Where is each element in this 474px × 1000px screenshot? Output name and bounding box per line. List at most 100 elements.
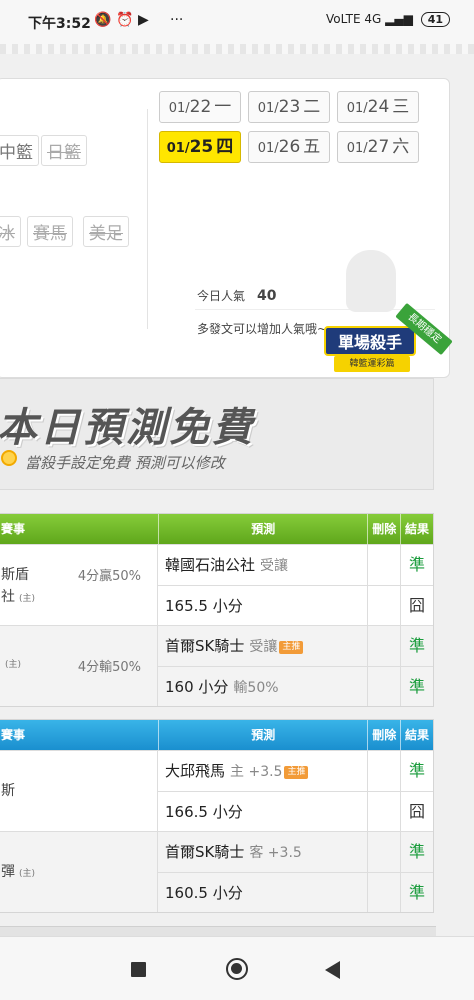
status-right: VoLTE 4G ▂▄▆ 41 xyxy=(326,12,450,27)
badge-subtitle: 韓籃運彩篇 xyxy=(334,356,410,372)
team-text: 斯 xyxy=(1,783,15,799)
team-text: 彈 xyxy=(1,864,15,880)
table-row-group: 彈 (主) 首爾SK騎士客 +3.5 準 160.5 小分 準 xyxy=(0,831,433,912)
badge-title: 單場殺手 xyxy=(324,326,416,356)
table-row: 165.5 小分 囧 xyxy=(158,585,433,625)
delete-cell[interactable] xyxy=(368,586,401,625)
date-day: 26 xyxy=(278,137,301,157)
result-cell: 準 xyxy=(408,677,425,696)
main-pick-badge: 主推 xyxy=(284,766,309,779)
battery-indicator: 41 xyxy=(420,12,450,27)
prediction-cell[interactable]: 首爾SK騎士 受讓 主推 xyxy=(158,626,368,666)
single-killer-badge[interactable]: 單場殺手 韓籃運彩篇 長期穩定 xyxy=(320,250,460,382)
table-row: 韓國石油公社 受讓 準 xyxy=(158,545,433,585)
delete-cell[interactable] xyxy=(368,667,401,706)
result-cell: 準 xyxy=(408,883,425,902)
handicap-odds: 4分贏50% xyxy=(77,569,141,584)
main-pick-badge: 主推 xyxy=(279,641,304,654)
result-cell: 囧 xyxy=(408,596,425,615)
delete-cell[interactable] xyxy=(368,545,401,585)
popularity-today: 今日人氣 40 xyxy=(197,287,277,304)
table-row-group: 斯盾社 (主) 4分贏50% 韓國石油公社 受讓 準 165.5 小分 囧 xyxy=(0,544,433,625)
category-tab-rilan[interactable]: 日籃 xyxy=(41,135,87,166)
prediction-pick: 首爾SK騎士 xyxy=(165,843,245,861)
delete-cell[interactable] xyxy=(368,832,401,872)
date-weekday: 四 xyxy=(216,137,234,157)
date-weekday: 一 xyxy=(214,97,232,117)
date-button[interactable]: 01/26 五 xyxy=(248,131,330,163)
result-cell: 準 xyxy=(408,761,425,780)
team-name: 斯盾 xyxy=(1,564,33,584)
sun-icon xyxy=(1,450,17,466)
match-cell[interactable]: (主) 4分輸50% xyxy=(0,626,158,706)
category-tab-american-football[interactable]: 美足 xyxy=(83,216,129,247)
match-cell[interactable]: 斯盾社 (主) 4分贏50% xyxy=(0,545,158,625)
prediction-cell[interactable]: 160 小分 輸50% xyxy=(158,667,368,706)
date-button[interactable]: 01/27 六 xyxy=(337,131,419,163)
team-name: 彈 (主) xyxy=(1,861,35,881)
prediction-pick: 160.5 小分 xyxy=(165,884,243,902)
status-bar: 下午3:52 🔕 ⏰ ▶ ··· VoLTE 4G ▂▄▆ 41 xyxy=(0,0,474,44)
prediction-cell[interactable]: 160.5 小分 xyxy=(158,873,368,912)
team-name: (主) xyxy=(1,655,21,671)
prediction-cell[interactable]: 165.5 小分 xyxy=(158,586,368,625)
table-row-group: (主) 4分輸50% 首爾SK騎士 受讓 主推準 160 小分 輸50% 準 xyxy=(0,625,433,706)
table-row: 160.5 小分 準 xyxy=(158,872,433,912)
popularity-hint: 多發文可以增加人氣哦~ xyxy=(197,322,328,336)
signal-icon: ▂▄▆ xyxy=(385,12,413,26)
popularity-value: 40 xyxy=(257,288,277,304)
match-cell[interactable]: 斯 xyxy=(0,751,158,831)
date-button[interactable]: 01/23 二 xyxy=(248,91,330,123)
date-day: 23 xyxy=(278,97,301,117)
team-name: 社 (主) xyxy=(1,586,35,606)
date-button[interactable]: 01/24 三 xyxy=(337,91,419,123)
date-prefix: 01/ xyxy=(168,101,190,116)
back-button[interactable] xyxy=(325,961,340,979)
prediction-pick: 160 小分 xyxy=(165,678,229,696)
prediction-detail: 輸50% xyxy=(233,680,279,696)
table-row: 160 小分 輸50% 準 xyxy=(158,666,433,706)
header-event: 賽事 xyxy=(0,720,160,750)
result-cell: 囧 xyxy=(408,802,425,821)
alarm-icon: ⏰ xyxy=(116,12,134,28)
match-cell[interactable]: 彈 (主) xyxy=(0,832,158,912)
delete-cell[interactable] xyxy=(368,792,401,831)
date-button[interactable]: 01/25 四 xyxy=(159,131,241,163)
category-tab-ice[interactable]: 冰 xyxy=(0,216,21,247)
category-tab-horse-racing[interactable]: 賽馬 xyxy=(27,216,73,247)
prediction-table: 賽事 預測 刪除 結果 斯盾社 (主) 4分贏50% 韓國石油公社 受讓準 165.5 小分囧 (主… xyxy=(0,513,434,707)
prediction-cell[interactable]: 大邱飛馬主 +3.5 主推 xyxy=(158,751,368,791)
header-prediction: 預測 xyxy=(159,720,369,750)
header-event: 賽事 xyxy=(0,514,160,544)
delete-cell[interactable] xyxy=(368,626,401,666)
header-prediction: 預測 xyxy=(159,514,369,544)
date-prefix: 01/ xyxy=(257,101,279,116)
result-cell: 準 xyxy=(408,555,425,574)
home-tag: (主) xyxy=(5,660,22,670)
handicap-odds: 4分輸50% xyxy=(77,660,141,675)
date-prefix: 01/ xyxy=(346,141,368,156)
date-button[interactable]: 01/22 一 xyxy=(159,91,241,123)
result-cell: 準 xyxy=(408,636,425,655)
team-text: 斯盾 xyxy=(1,567,29,583)
prediction-pick: 165.5 小分 xyxy=(165,597,243,615)
popularity-label: 今日人氣 xyxy=(197,289,246,303)
date-weekday: 三 xyxy=(392,97,410,117)
youtube-icon: ▶ xyxy=(138,12,149,28)
divider xyxy=(195,309,435,310)
mascot-icon xyxy=(346,250,396,312)
delete-cell[interactable] xyxy=(368,873,401,912)
table-row: 大邱飛馬主 +3.5 主推 準 xyxy=(158,751,433,791)
prediction-cell[interactable]: 韓國石油公社 受讓 xyxy=(158,545,368,585)
header-delete: 刪除 xyxy=(368,720,402,750)
table-header: 賽事 預測 刪除 結果 xyxy=(0,514,433,544)
prediction-pick: 大邱飛馬 xyxy=(165,762,226,780)
prediction-detail: 受讓 xyxy=(249,639,278,655)
home-button[interactable] xyxy=(226,958,248,980)
prediction-cell[interactable]: 166.5 小分 xyxy=(158,792,368,831)
prediction-cell[interactable]: 首爾SK騎士客 +3.5 xyxy=(158,832,368,872)
category-tab-zhonglan[interactable]: 中籃 xyxy=(0,135,39,166)
recent-apps-button[interactable] xyxy=(131,962,146,977)
delete-cell[interactable] xyxy=(368,751,401,791)
date-prefix: 01/ xyxy=(346,101,368,116)
